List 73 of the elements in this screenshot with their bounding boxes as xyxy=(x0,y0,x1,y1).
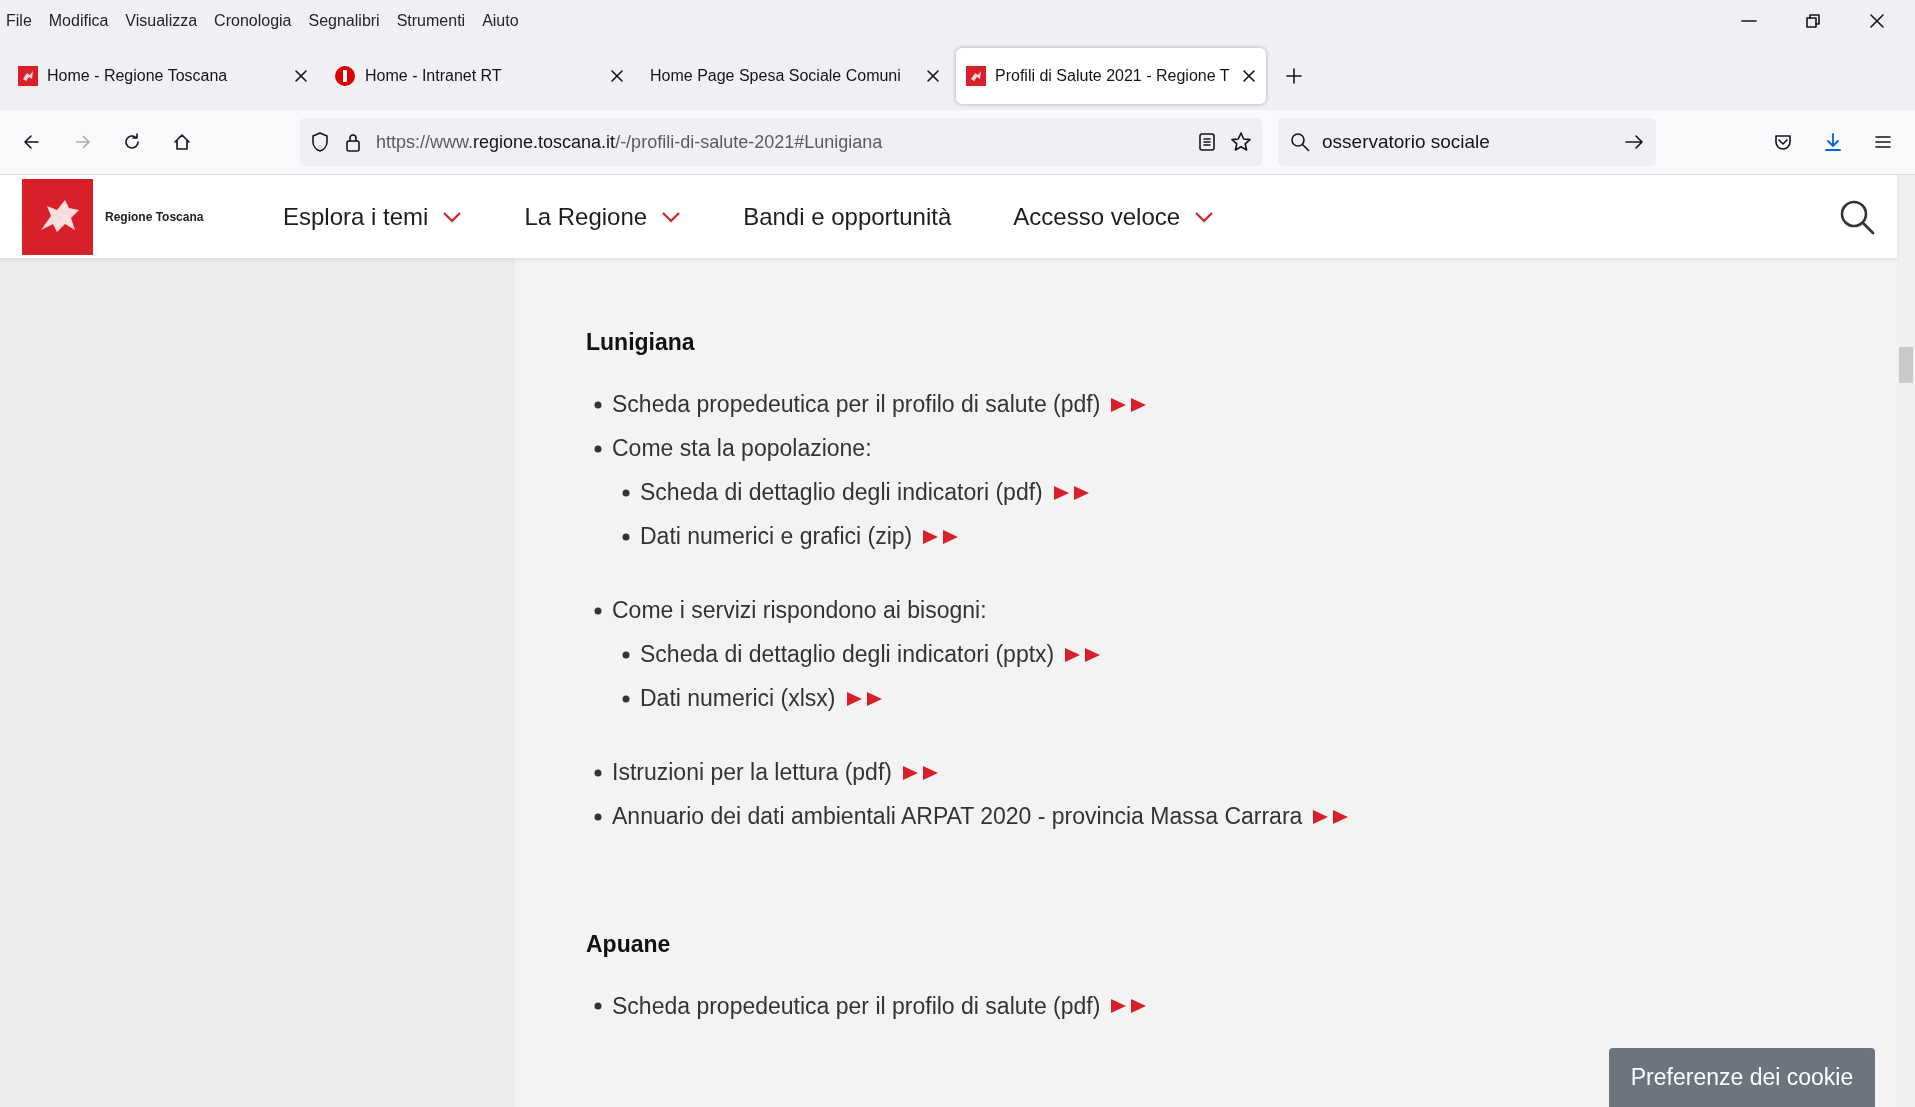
chevron-down-icon xyxy=(661,210,682,223)
close-icon xyxy=(1869,13,1885,29)
double-arrow-icon[interactable] xyxy=(901,763,940,782)
bullet-icon xyxy=(594,812,602,821)
scrollbar[interactable] xyxy=(1897,175,1915,1107)
list-label: Come i servizi rispondono ai bisogni: xyxy=(612,596,987,626)
document-link[interactable]: Scheda propedeutica per il profilo di salute (pdf) xyxy=(612,387,1101,422)
bullet-icon xyxy=(594,606,602,615)
restore-icon xyxy=(1805,13,1821,29)
bullet-icon xyxy=(622,650,630,659)
bullet-icon xyxy=(594,768,602,777)
document-link[interactable]: Scheda propedeutica per il profilo di salute (pdf) xyxy=(612,988,1101,1024)
lock-icon[interactable] xyxy=(344,131,362,153)
home-icon xyxy=(172,132,192,152)
browser-tab[interactable]: Home Page Spesa Sociale Comuni xyxy=(640,48,950,104)
flag-icon xyxy=(18,66,38,86)
bullet-icon xyxy=(594,444,602,453)
nav-link[interactable]: La Regione xyxy=(524,198,682,235)
logo[interactable] xyxy=(22,178,93,255)
section-heading: Lunigiana xyxy=(586,329,696,357)
search-field[interactable]: osservatorio sociale xyxy=(1278,118,1656,166)
letter-i-icon xyxy=(334,65,356,87)
document-link[interactable]: Dati numerici (xlsx) xyxy=(640,681,836,716)
close-icon[interactable] xyxy=(294,69,308,83)
bullet-icon xyxy=(622,694,630,703)
download-icon xyxy=(1823,132,1843,152)
menu-item[interactable]: Aiuto xyxy=(482,9,519,33)
star-icon[interactable] xyxy=(1230,131,1252,153)
bullet-icon xyxy=(594,400,602,409)
reader-view-icon[interactable] xyxy=(1198,132,1216,152)
double-arrow-icon[interactable] xyxy=(1052,483,1091,502)
close-icon[interactable] xyxy=(926,69,940,83)
nav-link[interactable]: Esplora i temi xyxy=(283,198,463,235)
menu-item[interactable]: Visualizza xyxy=(125,9,198,33)
scroll-thumb[interactable] xyxy=(1899,347,1913,383)
close-icon[interactable] xyxy=(1242,69,1256,83)
menu-item[interactable]: Modifica xyxy=(48,9,109,33)
cookie-preferences-button[interactable]: Preferenze dei cookie xyxy=(1609,1048,1875,1107)
shield-icon[interactable] xyxy=(310,131,330,153)
arrow-right-icon xyxy=(1624,132,1644,152)
bullet-icon xyxy=(622,532,630,541)
list-label: Come sta la popolazione: xyxy=(612,434,872,464)
close-icon[interactable] xyxy=(610,69,624,83)
search-icon xyxy=(1290,132,1310,152)
search-icon[interactable] xyxy=(1839,198,1875,235)
section-heading: Apuane xyxy=(586,930,672,959)
flag-icon xyxy=(966,66,986,86)
reload-icon xyxy=(122,132,142,152)
document-link[interactable]: Scheda di dettaglio degli indicatori (pdf) xyxy=(640,475,1043,510)
menu-item[interactable]: Cronologia xyxy=(214,9,292,33)
pocket-icon xyxy=(1773,132,1793,152)
browser-tab[interactable]: Home - Regione Toscana xyxy=(8,48,318,104)
chevron-down-icon xyxy=(442,210,463,223)
menu-item[interactable]: Segnalibri xyxy=(308,9,380,33)
plus-icon xyxy=(1285,67,1303,85)
menu-item[interactable]: Strumenti xyxy=(396,9,466,33)
document-link[interactable]: Dati numerici e grafici (zip) xyxy=(640,519,913,554)
logo-text: Regione Toscana xyxy=(105,208,205,226)
menu-item[interactable]: File xyxy=(6,9,32,33)
browser-tab[interactable]: Profili di Salute 2021 - Regione T xyxy=(956,48,1266,104)
chevron-down-icon xyxy=(1194,210,1215,223)
document-link[interactable]: Annuario dei dati ambientali ARPAT 2020 - provincia Massa Carrara xyxy=(612,799,1303,834)
bullet-icon xyxy=(622,488,630,497)
back-icon xyxy=(22,132,42,152)
double-arrow-icon[interactable] xyxy=(845,689,884,708)
document-link[interactable]: Scheda di dettaglio degli indicatori (pptx) xyxy=(640,637,1055,672)
bullet-icon xyxy=(594,1002,602,1011)
nav-link[interactable]: Accesso veloce xyxy=(1013,198,1215,235)
document-link[interactable]: Istruzioni per la lettura (pdf) xyxy=(612,755,892,790)
minimize-icon xyxy=(1741,19,1757,23)
search-input[interactable]: osservatorio sociale xyxy=(1320,126,1614,158)
nav-link[interactable]: Bandi e opportunità xyxy=(743,198,952,235)
browser-tab[interactable]: Home - Intranet RT xyxy=(324,48,634,104)
